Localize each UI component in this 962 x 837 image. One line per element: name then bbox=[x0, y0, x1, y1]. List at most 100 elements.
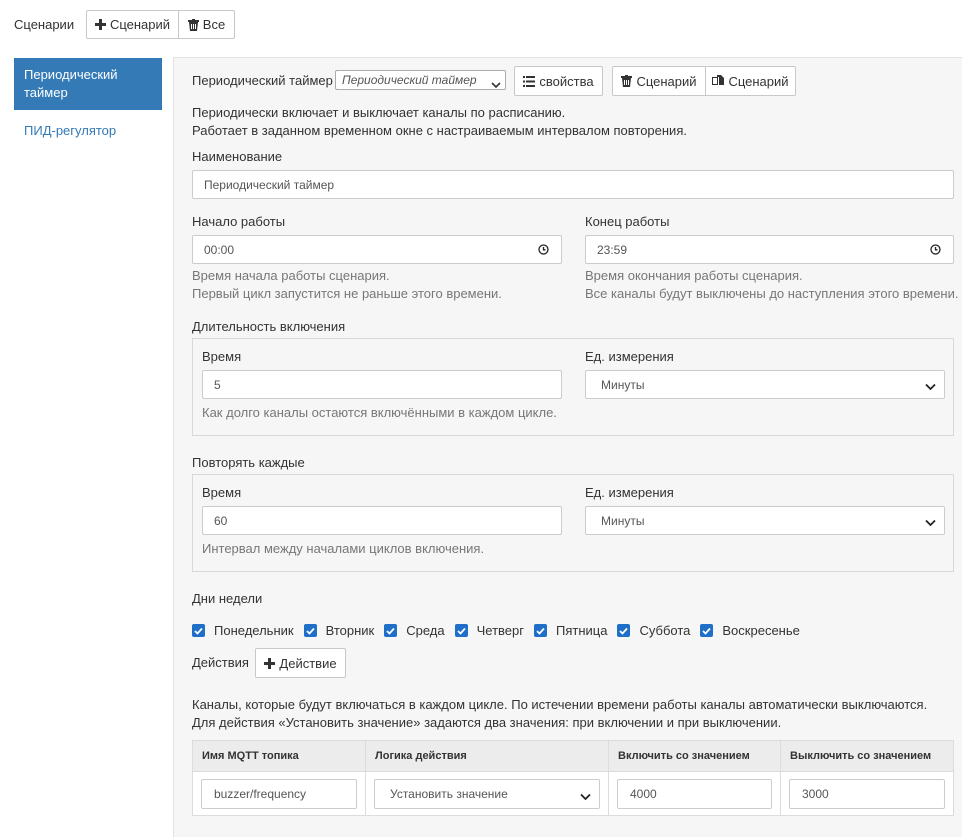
name-input[interactable]: Периодический таймер bbox=[192, 170, 954, 199]
actions-table: Имя MQTT топика Логика действия Включить… bbox=[192, 740, 954, 816]
column-header: Включить со значением bbox=[608, 740, 781, 772]
duration-time-input[interactable]: 5 bbox=[202, 370, 562, 399]
clock-icon[interactable] bbox=[930, 244, 941, 258]
sidebar-item-periodic-timer[interactable]: Периодический таймер bbox=[14, 58, 162, 110]
delete-scenario-button[interactable]: Сценарий bbox=[613, 67, 705, 95]
chevron-down-icon bbox=[491, 76, 501, 94]
copy-scenario-button[interactable]: Сценарий bbox=[705, 67, 795, 95]
logic-cell: Установить значение bbox=[365, 771, 609, 816]
add-scenario-button[interactable]: Сценарий bbox=[87, 11, 178, 38]
scenario-editor-panel: Периодический таймер Периодический тайме… bbox=[173, 57, 962, 837]
duration-unit-label: Ед. измерения bbox=[585, 349, 674, 364]
name-label: Наименование bbox=[192, 149, 283, 164]
description-line: Периодически включает и выключает каналы… bbox=[192, 105, 566, 120]
repeat-time-input[interactable]: 60 bbox=[202, 506, 562, 535]
trash-icon bbox=[187, 18, 199, 31]
day-sunday[interactable]: Воскресенье bbox=[700, 623, 800, 638]
repeat-unit-select[interactable]: Минуты bbox=[585, 506, 945, 535]
start-time-help: Время начала работы сценария. Первый цик… bbox=[192, 267, 502, 303]
trash-icon bbox=[621, 75, 633, 87]
repeat-fieldset: Время 60 Ед. измерения Минуты Интервал м… bbox=[192, 474, 954, 572]
topic-input[interactable]: buzzer/frequency bbox=[201, 778, 357, 809]
list-icon bbox=[523, 75, 536, 87]
delete-all-label: Все bbox=[202, 17, 226, 32]
table-header-row: Имя MQTT топика Логика действия Включить… bbox=[192, 740, 954, 772]
scenario-type-label: Периодический таймер bbox=[192, 73, 333, 88]
duration-unit-select[interactable]: Минуты bbox=[585, 370, 945, 399]
day-wednesday[interactable]: Среда bbox=[384, 623, 445, 638]
day-label: Понедельник bbox=[214, 623, 294, 638]
day-friday[interactable]: Пятница bbox=[534, 623, 607, 638]
start-time-value: 00:00 bbox=[204, 242, 235, 257]
end-time-value: 23:59 bbox=[597, 242, 628, 257]
day-saturday[interactable]: Суббота bbox=[617, 623, 690, 638]
duration-fieldset: Время 5 Ед. измерения Минуты Как долго к… bbox=[192, 338, 954, 436]
column-header: Выключить со значением bbox=[780, 740, 954, 772]
delete-all-button[interactable]: Все bbox=[178, 11, 234, 38]
day-label: Суббота bbox=[639, 623, 691, 638]
help-line: Каналы, которые будут включаться в каждо… bbox=[192, 697, 928, 712]
clock-icon[interactable] bbox=[538, 244, 549, 258]
checkbox-checked-icon[interactable] bbox=[617, 624, 631, 637]
plus-icon bbox=[264, 657, 276, 669]
day-label: Воскресенье bbox=[722, 623, 800, 638]
scenario-description: Периодически включает и выключает каналы… bbox=[192, 104, 687, 140]
description-line: Работает в заданном временном окне с нас… bbox=[192, 123, 687, 138]
help-line: Все каналы будут выключены до наступлени… bbox=[585, 286, 959, 301]
checkbox-checked-icon[interactable] bbox=[454, 624, 468, 637]
day-tuesday[interactable]: Вторник bbox=[303, 623, 375, 638]
day-label: Среда bbox=[406, 623, 445, 638]
days-of-week: Понедельник Вторник Среда Четверг Пятниц… bbox=[192, 623, 810, 638]
properties-button[interactable]: свойства bbox=[514, 66, 603, 96]
column-header: Имя MQTT топика bbox=[192, 740, 366, 772]
add-scenario-label: Сценарий bbox=[109, 17, 171, 32]
day-monday[interactable]: Понедельник bbox=[192, 623, 294, 638]
sidebar-item-pid-regulator[interactable]: ПИД-регулятор bbox=[14, 118, 162, 148]
chevron-down-icon bbox=[925, 516, 936, 530]
checkbox-checked-icon[interactable] bbox=[700, 624, 714, 637]
checkbox-checked-icon[interactable] bbox=[534, 624, 547, 637]
day-label: Пятница bbox=[556, 623, 608, 638]
end-time-input[interactable]: 23:59 bbox=[585, 235, 954, 264]
help-line: Время окончания работы сценария. bbox=[585, 268, 803, 283]
add-action-label: Действие bbox=[279, 655, 337, 671]
day-thursday[interactable]: Четверг bbox=[454, 623, 524, 638]
checkbox-checked-icon[interactable] bbox=[192, 624, 205, 637]
actions-help: Каналы, которые будут включаться в каждо… bbox=[192, 696, 927, 732]
end-time-help: Время окончания работы сценария. Все кан… bbox=[585, 267, 958, 303]
on-value-input[interactable]: 4000 bbox=[617, 778, 772, 809]
scenario-type-select[interactable]: Периодический таймер bbox=[335, 70, 506, 90]
scenario-type-select-value: Периодический таймер bbox=[342, 73, 477, 87]
scenario-edit-group: Сценарий Сценарий bbox=[612, 66, 796, 96]
duration-legend: Длительность включения bbox=[192, 319, 346, 334]
scenario-actions-group: Сценарий Все bbox=[86, 10, 235, 39]
table-row: buzzer/frequency Установить значение 400… bbox=[192, 771, 954, 816]
name-input-value: Периодический таймер bbox=[204, 177, 335, 192]
repeat-time-label: Время bbox=[202, 485, 242, 500]
start-time-input[interactable]: 00:00 bbox=[192, 235, 562, 264]
start-time-label: Начало работы bbox=[192, 214, 286, 229]
logic-value: Установить значение bbox=[390, 786, 508, 801]
page-title: Сценарии bbox=[14, 17, 75, 32]
duration-unit-value: Минуты bbox=[601, 377, 645, 392]
properties-label: свойства bbox=[539, 73, 594, 89]
off-value-input[interactable]: 3000 bbox=[789, 778, 945, 809]
add-action-button[interactable]: Действие bbox=[255, 648, 346, 678]
off-value: 3000 bbox=[802, 786, 829, 801]
chevron-down-icon bbox=[925, 380, 936, 394]
checkbox-checked-icon[interactable] bbox=[384, 624, 398, 637]
repeat-unit-value: Минуты bbox=[601, 513, 645, 528]
copy-icon bbox=[712, 75, 725, 87]
repeat-help: Интервал между началами циклов включения… bbox=[202, 541, 485, 556]
end-time-label: Конец работы bbox=[585, 214, 670, 229]
days-label: Дни недели bbox=[192, 591, 263, 606]
help-line: Для действия «Установить значение» задаю… bbox=[192, 715, 782, 730]
checkbox-checked-icon[interactable] bbox=[303, 624, 317, 637]
plus-icon bbox=[94, 19, 106, 30]
duration-help: Как долго каналы остаются включёнными в … bbox=[202, 405, 557, 420]
day-label: Четверг bbox=[476, 623, 524, 638]
repeat-unit-label: Ед. измерения bbox=[585, 485, 674, 500]
on-value: 4000 bbox=[630, 786, 657, 801]
day-label: Вторник bbox=[325, 623, 375, 638]
logic-select[interactable]: Установить значение bbox=[374, 778, 600, 809]
